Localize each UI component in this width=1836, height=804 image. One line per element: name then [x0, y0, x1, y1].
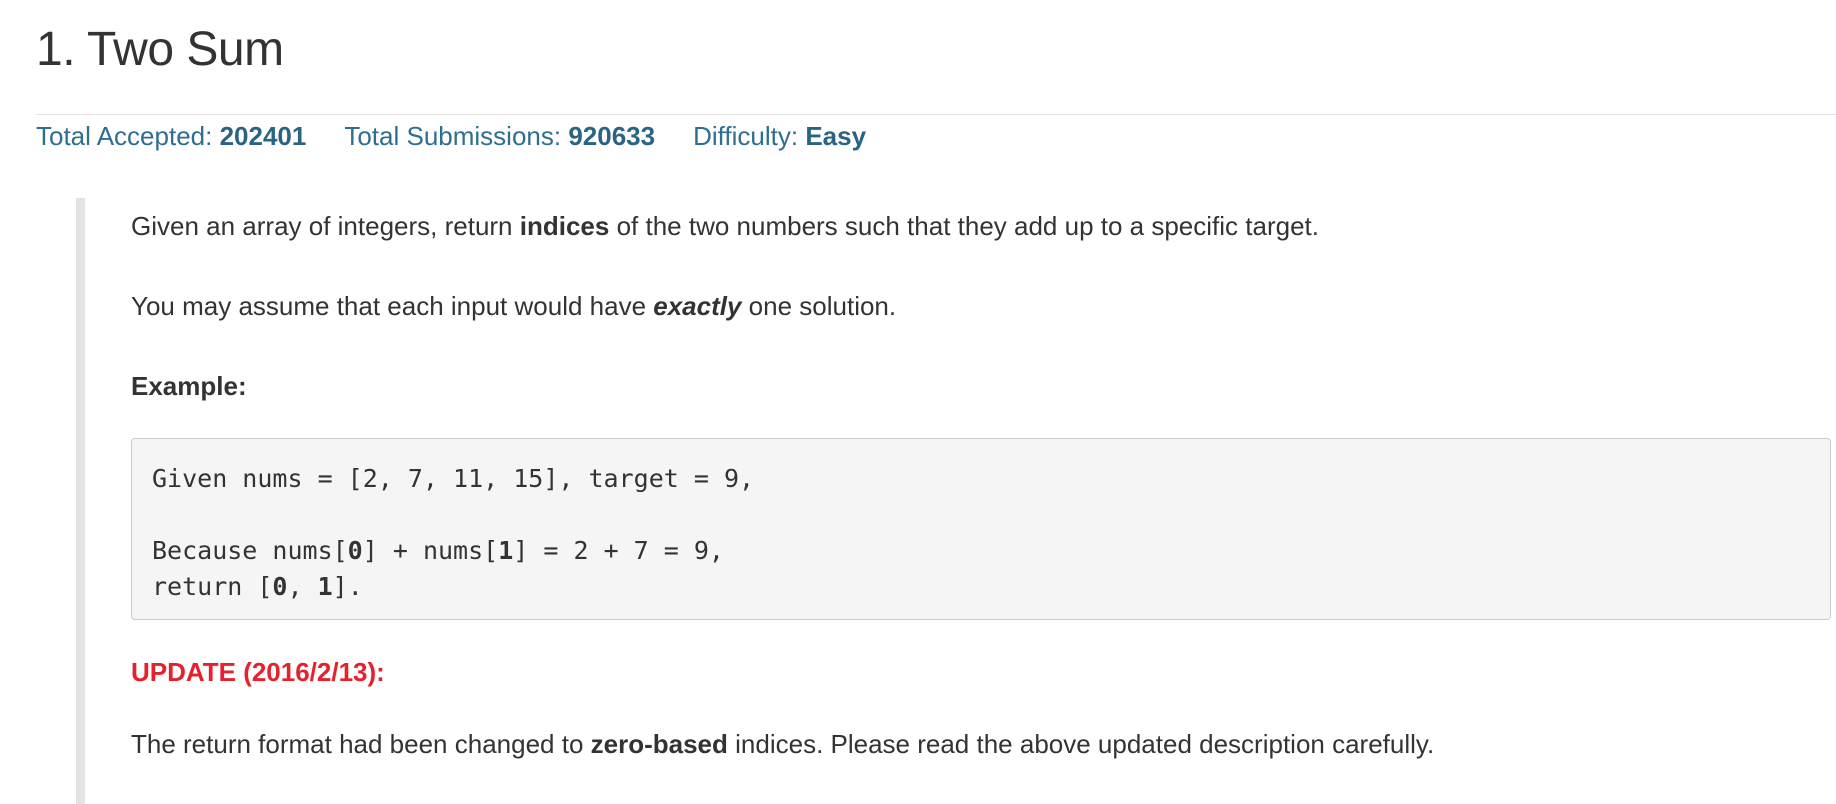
code-line-3-index-1: 1 [498, 536, 514, 565]
code-line-4-part-a: return [ [152, 572, 273, 601]
difficulty-value: Easy [805, 120, 867, 151]
p5-text-after: indices. Please read the above updated d… [727, 729, 1435, 759]
description-paragraph-1: Given an array of integers, return indic… [131, 208, 1319, 244]
page-title: 1. Two Sum [36, 23, 284, 76]
code-line-3-part-c: ] + nums[ [362, 536, 499, 565]
code-line-3-part-e: ] = 2 + 7 = 9, [513, 536, 724, 565]
p2-text-before: You may assume that each input would hav… [131, 291, 654, 321]
example-code-block: Given nums = [2, 7, 11, 15], target = 9,… [131, 438, 1831, 620]
difficulty-stat: Difficulty: Easy [693, 121, 866, 152]
code-line-3: Because nums[0] + nums[1] = 2 + 7 = 9, [152, 533, 1810, 569]
code-line-4-separator: , [287, 572, 318, 601]
p1-bold-indices: indices [519, 211, 610, 241]
problem-description: Given an array of integers, return indic… [76, 198, 1836, 804]
difficulty-label: Difficulty: [693, 120, 799, 151]
p1-text-before: Given an array of integers, return [131, 211, 520, 241]
title-divider [36, 114, 1836, 115]
code-line-4: return [0, 1]. [152, 569, 1810, 605]
description-paragraph-2: You may assume that each input would hav… [131, 288, 896, 324]
code-line-1: Given nums = [2, 7, 11, 15], target = 9, [152, 464, 755, 493]
code-line-4-part-e: ]. [332, 572, 363, 601]
code-line-4-value-0: 0 [272, 572, 288, 601]
total-submissions-label: Total Submissions: [344, 120, 562, 151]
code-line-3-index-0: 0 [347, 536, 363, 565]
problem-page: 1. Two Sum Total Accepted: 202401 Total … [0, 0, 1836, 804]
total-accepted-value: 202401 [219, 120, 307, 151]
total-submissions-stat: Total Submissions: 920633 [344, 121, 655, 152]
total-accepted-label: Total Accepted: [36, 120, 213, 151]
code-line-3-part-a: Because nums[ [152, 536, 348, 565]
total-accepted-stat: Total Accepted: 202401 [36, 121, 306, 152]
p1-text-after: of the two numbers such that they add up… [609, 211, 1319, 241]
p2-emphasis-exactly: exactly [653, 291, 742, 321]
example-heading: Example: [131, 371, 247, 401]
total-submissions-value: 920633 [568, 120, 656, 151]
p2-text-after: one solution. [741, 291, 897, 321]
update-paragraph: The return format had been changed to ze… [131, 726, 1434, 762]
update-heading: UPDATE (2016/2/13): [131, 657, 385, 687]
code-line-4-value-1: 1 [317, 572, 333, 601]
problem-stats: Total Accepted: 202401 Total Submissions… [36, 116, 904, 156]
p5-text-before: The return format had been changed to [131, 729, 591, 759]
p5-bold-zero-based: zero-based [590, 729, 728, 759]
